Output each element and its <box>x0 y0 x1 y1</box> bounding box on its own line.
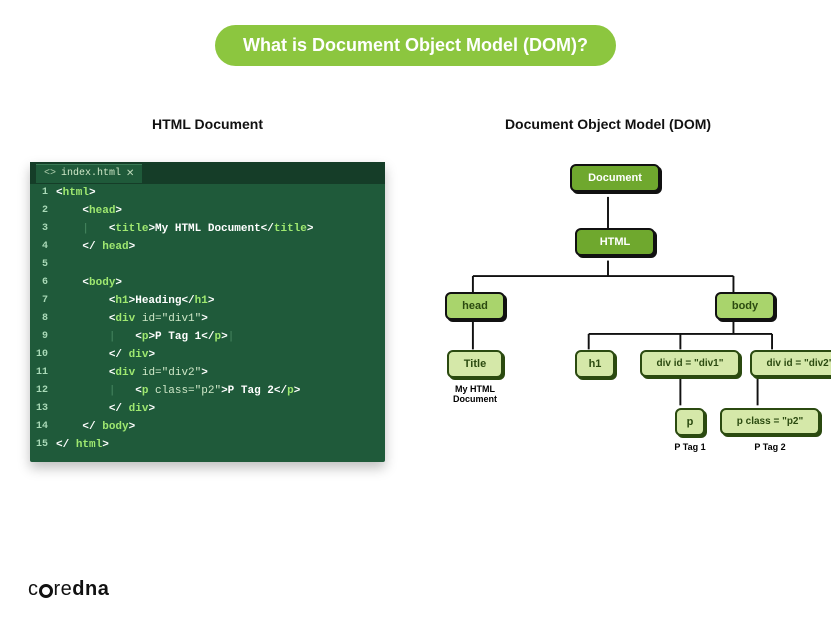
code-line: 1<html> <box>30 184 385 202</box>
dom-tree-column: Document Object Model (DOM) <box>415 116 801 502</box>
page-title-pill: What is Document Object Model (DOM)? <box>215 25 616 66</box>
code-line: 6 <body> <box>30 274 385 292</box>
dom-tree: Document HTML head body Title My HTML Do… <box>415 162 801 502</box>
line-number: 15 <box>30 436 56 454</box>
code-content: </ div> <box>56 400 155 418</box>
code-content: <html> <box>56 184 96 202</box>
line-number: 9 <box>30 328 56 346</box>
code-line: 3 | <title>My HTML Document</title> <box>30 220 385 238</box>
node-div1: div id = "div1" <box>640 350 740 377</box>
node-p2: p class = "p2" <box>720 408 820 435</box>
code-line: 14 </ body> <box>30 418 385 436</box>
code-content: | <p class="p2">P Tag 2</p> <box>56 382 300 400</box>
line-number: 8 <box>30 310 56 328</box>
caption-title-text: My HTML Document <box>433 384 517 404</box>
code-line: 8 <div id="div1"> <box>30 310 385 328</box>
code-editor: <> index.html ✕ 1<html>2 <head>3 | <titl… <box>30 162 385 462</box>
code-content: <body> <box>56 274 122 292</box>
node-title: Title <box>447 350 503 378</box>
code-line: 11 <div id="div2"> <box>30 364 385 382</box>
code-content: </ div> <box>56 346 155 364</box>
logo-text-bold: dna <box>72 578 109 601</box>
code-content: <div id="div2"> <box>56 364 208 382</box>
line-number: 1 <box>30 184 56 202</box>
node-div2: div id = "div2" <box>750 350 831 377</box>
node-head: head <box>445 292 505 320</box>
right-column-header: Document Object Model (DOM) <box>415 116 801 132</box>
code-content: <head> <box>56 202 122 220</box>
line-number: 4 <box>30 238 56 256</box>
caption-ptag2: P Tag 2 <box>745 442 795 452</box>
close-icon: ✕ <box>126 168 134 180</box>
editor-tab: <> index.html ✕ <box>36 164 142 183</box>
node-html: HTML <box>575 228 655 256</box>
left-column-header: HTML Document <box>30 116 385 132</box>
code-line: 2 <head> <box>30 202 385 220</box>
node-document: Document <box>570 164 660 192</box>
node-p: p <box>675 408 705 436</box>
code-line: 5 <box>30 256 385 274</box>
tree-connectors <box>415 162 801 502</box>
logo-text-post: re <box>54 578 73 601</box>
line-number: 13 <box>30 400 56 418</box>
code-body: 1<html>2 <head>3 | <title>My HTML Docume… <box>30 184 385 454</box>
code-content: </ head> <box>56 238 135 256</box>
line-number: 7 <box>30 292 56 310</box>
logo-text-pre: c <box>28 578 39 601</box>
code-content: </ html> <box>56 436 109 454</box>
node-body: body <box>715 292 775 320</box>
line-number: 5 <box>30 256 56 274</box>
code-line: 4 </ head> <box>30 238 385 256</box>
code-content: </ body> <box>56 418 135 436</box>
code-content: | <title>My HTML Document</title> <box>56 220 314 238</box>
code-line: 15</ html> <box>30 436 385 454</box>
code-line: 7 <h1>Heading</h1> <box>30 292 385 310</box>
caption-ptag1: P Tag 1 <box>665 442 715 452</box>
code-content: | <p>P Tag 1</p>| <box>56 328 234 346</box>
line-number: 10 <box>30 346 56 364</box>
code-content: <h1>Heading</h1> <box>56 292 214 310</box>
two-column-layout: HTML Document <> index.html ✕ 1<html>2 <… <box>30 116 801 502</box>
code-line: 10 </ div> <box>30 346 385 364</box>
line-number: 12 <box>30 382 56 400</box>
html-document-column: HTML Document <> index.html ✕ 1<html>2 <… <box>30 116 385 462</box>
code-line: 9 | <p>P Tag 1</p>| <box>30 328 385 346</box>
line-number: 3 <box>30 220 56 238</box>
line-number: 14 <box>30 418 56 436</box>
code-line: 13 </ div> <box>30 400 385 418</box>
code-icon: <> <box>44 168 56 179</box>
code-content: <div id="div1"> <box>56 310 208 328</box>
editor-tabbar: <> index.html ✕ <box>30 162 385 184</box>
line-number: 11 <box>30 364 56 382</box>
brand-logo: cre dna <box>28 578 109 601</box>
editor-filename: index.html <box>61 168 121 179</box>
line-number: 2 <box>30 202 56 220</box>
code-line: 12 | <p class="p2">P Tag 2</p> <box>30 382 385 400</box>
node-h1: h1 <box>575 350 615 378</box>
line-number: 6 <box>30 274 56 292</box>
logo-ring-icon <box>39 584 53 598</box>
